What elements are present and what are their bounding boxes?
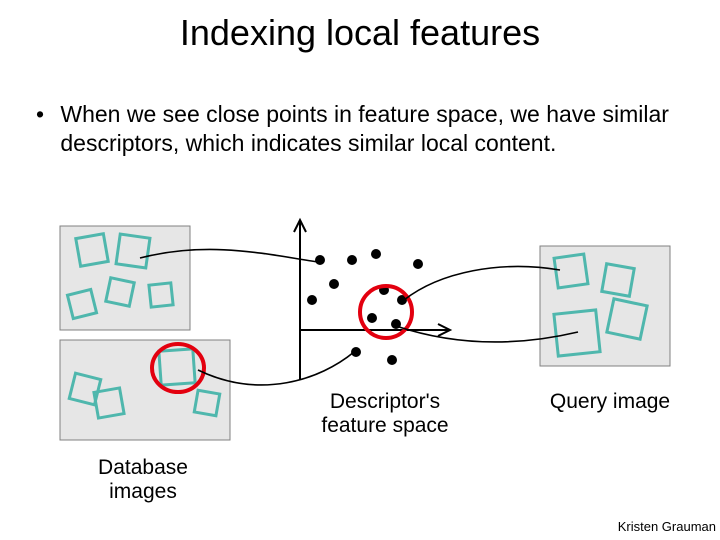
feature-space-points <box>307 249 423 365</box>
query-image-box <box>540 246 670 366</box>
descriptor-space-label: Descriptor's feature space <box>300 390 470 438</box>
credit-text: Kristen Grauman <box>618 519 716 534</box>
database-images-label: Database images <box>78 456 208 504</box>
feature-space-axes <box>294 220 450 380</box>
slide: Indexing local features • When we see cl… <box>0 0 720 540</box>
database-image-1 <box>60 226 190 330</box>
query-image-label: Query image <box>540 390 680 414</box>
